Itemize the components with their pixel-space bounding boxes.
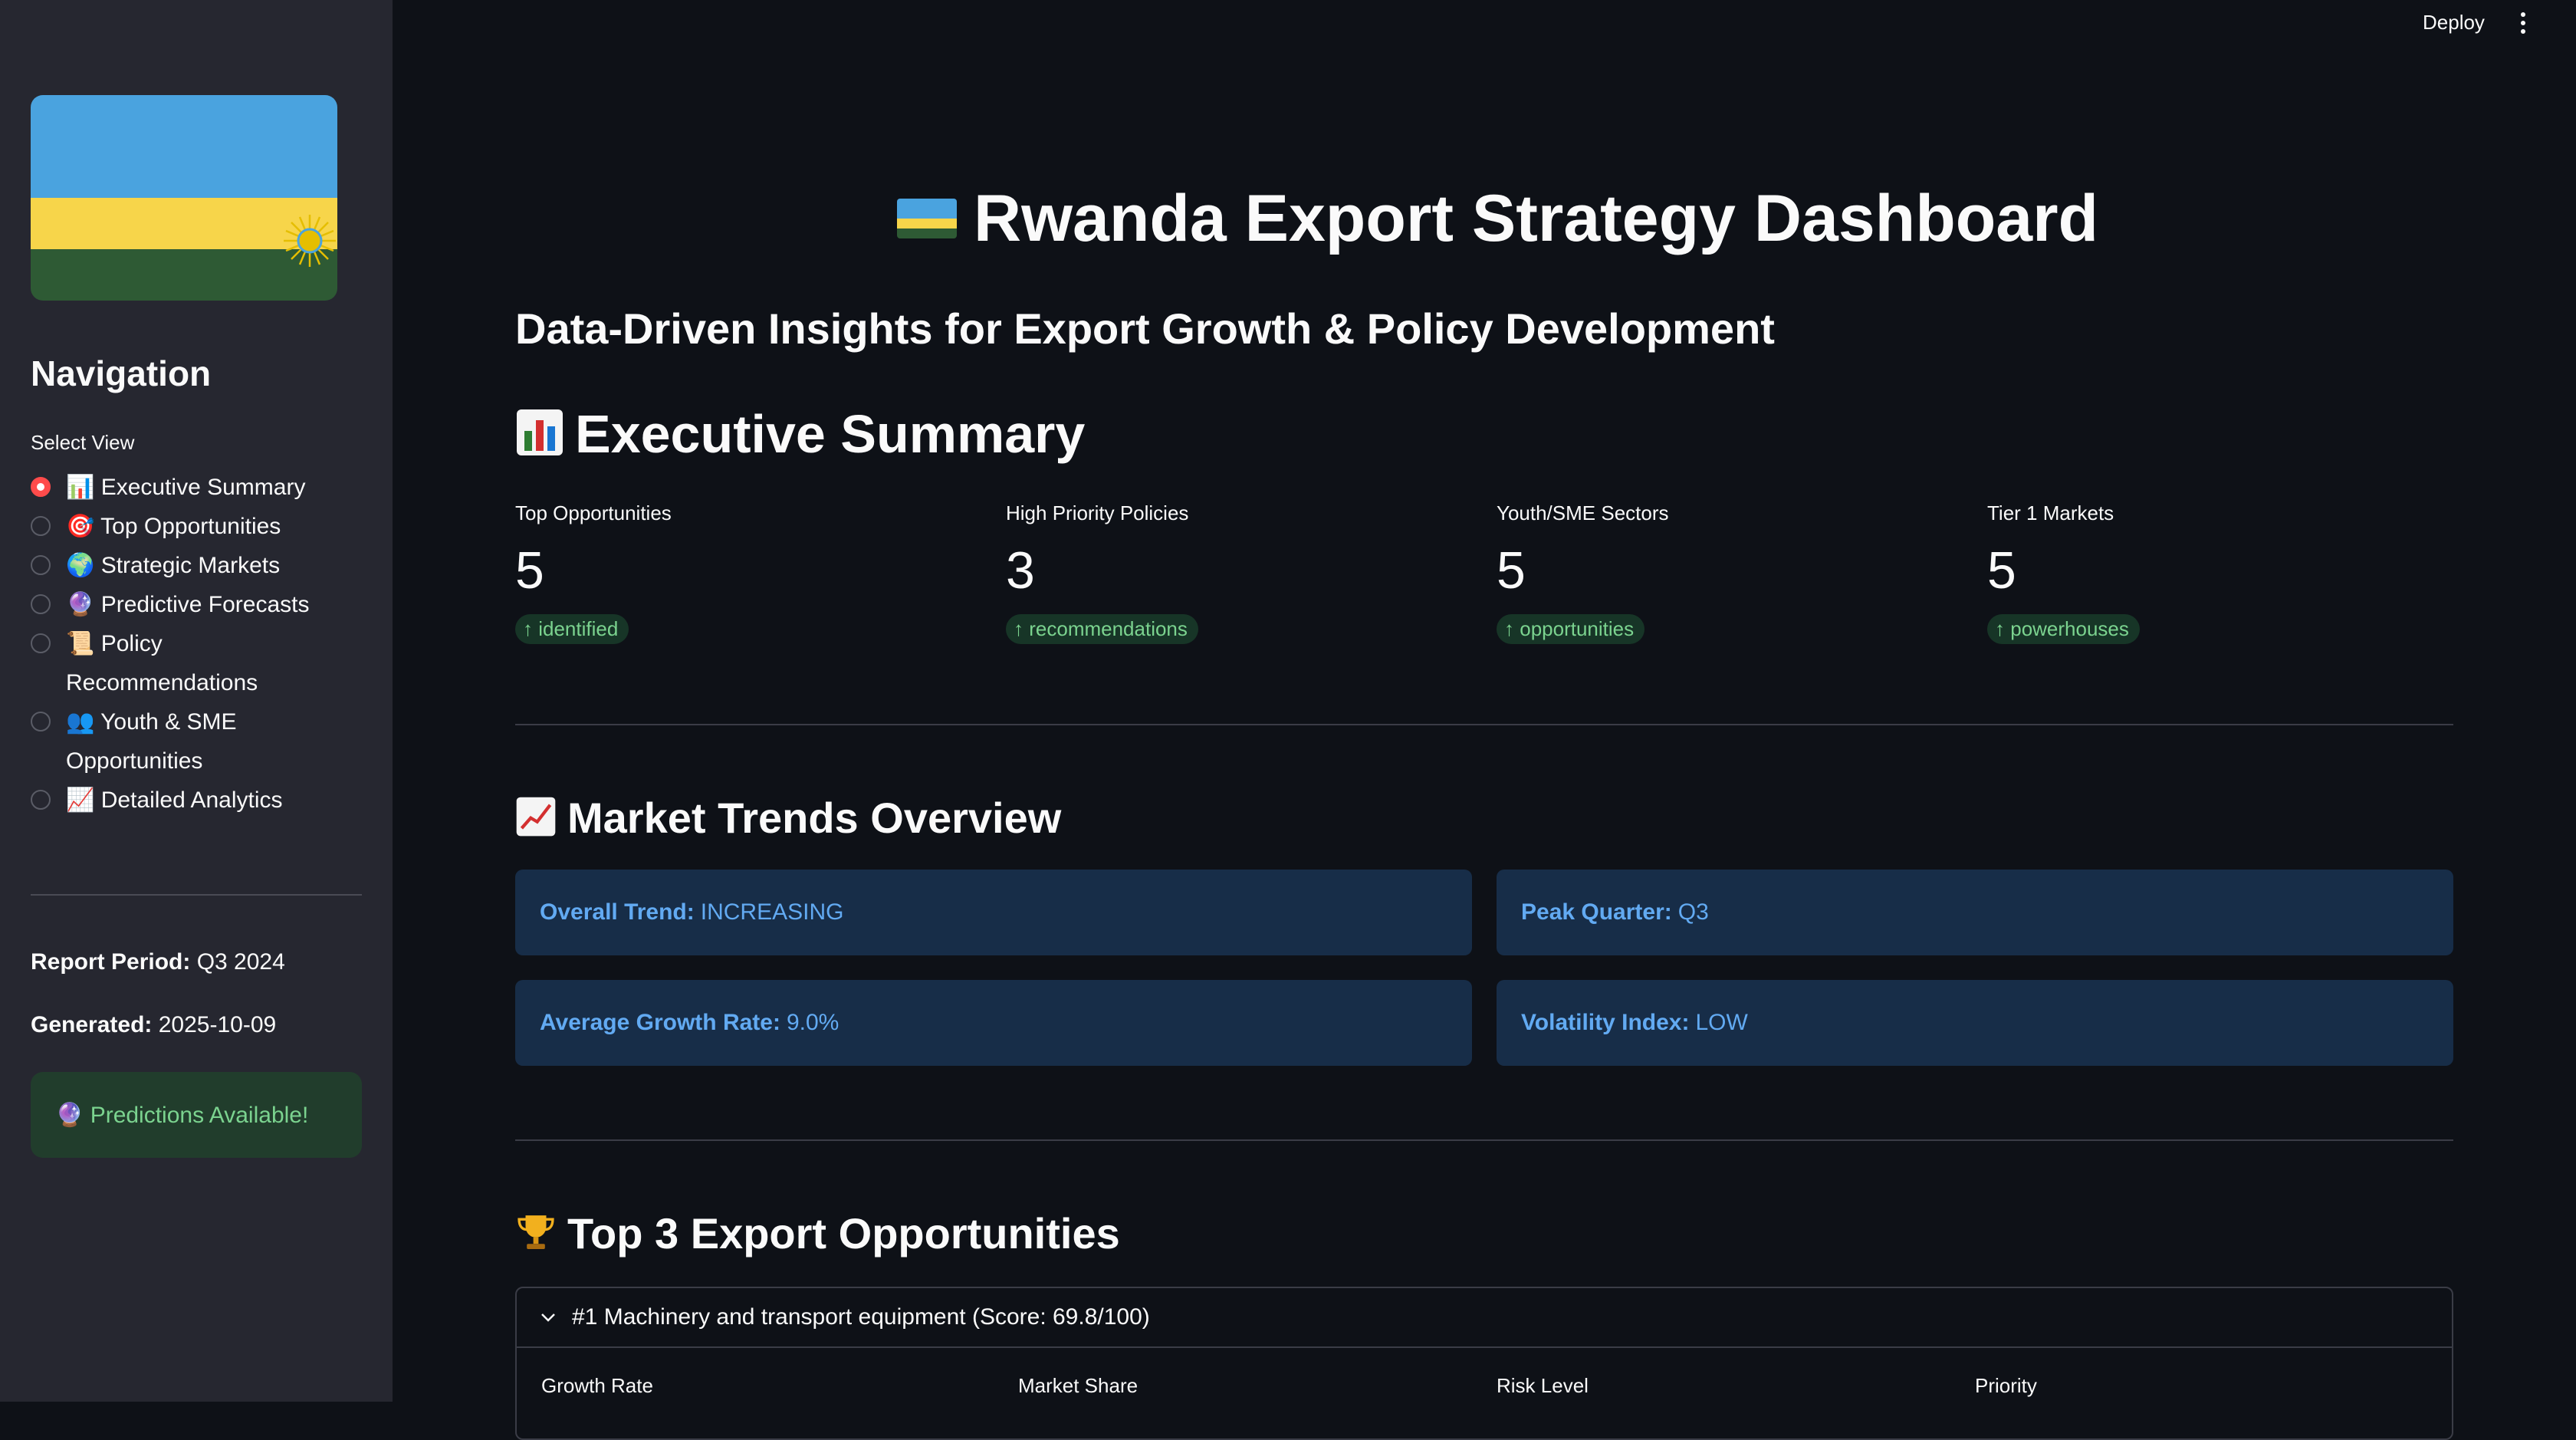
opportunity-expander[interactable]: #1 Machinery and transport equipment (Sc… [515,1287,2453,1440]
trophy-icon [515,1212,557,1263]
nav-item-label: Top Opportunities [100,514,281,539]
metric-youth-sme-sectors: Youth/SME Sectors 5 ↑ opportunities [1497,501,1972,644]
metric-delta: ↑ opportunities [1497,614,1645,644]
report-period-value: Q3 2024 [196,949,285,975]
crystal-ball-icon: 🔮 [66,592,95,617]
metric-delta-text: recommendations [1029,617,1188,640]
nav-item-strategic-markets[interactable]: 🌍 Strategic Markets [31,546,368,585]
metric-high-priority-policies: High Priority Policies 3 ↑ recommendatio… [1006,501,1481,644]
metric-delta: ↑ powerhouses [1987,614,2140,644]
nav-item-predictive-forecasts[interactable]: 🔮 Predictive Forecasts [31,585,368,624]
trend-overall: Overall Trend: INCREASING [515,870,1472,955]
nav-item-policy-recommendations[interactable]: 📜 Policy Recommendations [31,624,368,702]
trending-up-icon [515,796,557,847]
select-view-label: Select View [31,431,135,454]
generated-label: Generated: [31,1012,153,1037]
metric-top-opportunities: Top Opportunities 5 ↑ identified [515,501,991,644]
target-icon: 🎯 [66,514,95,539]
top3-opportunities-title: Top 3 Export Opportunities [567,1209,1120,1258]
metric-delta-text: identified [538,617,619,640]
radio-icon[interactable] [31,594,51,614]
nav-item-label: Policy Recommendations [66,631,258,695]
deploy-button[interactable]: Deploy [2423,11,2485,35]
radio-icon[interactable] [31,790,51,810]
radio-selected-icon[interactable] [31,477,51,497]
metric-delta-text: powerhouses [2010,617,2129,640]
page-title: Rwanda Export Strategy Dashboard [897,181,2098,257]
line-chart-icon: 📈 [66,787,95,813]
executive-summary-heading: Executive Summary [515,403,1085,469]
rwanda-flag-image [31,95,337,301]
scroll-icon: 📜 [66,631,95,656]
radio-icon[interactable] [31,633,51,653]
section-divider [515,724,2453,725]
trend-value: 9.0% [786,1010,840,1035]
column-risk-level: Risk Level [1497,1374,1589,1397]
trend-value: INCREASING [700,899,844,925]
expander-header[interactable]: #1 Machinery and transport equipment (Sc… [517,1288,2452,1348]
metric-label: Tier 1 Markets [1987,501,2114,524]
page-subtitle: Data-Driven Insights for Export Growth &… [515,304,1775,353]
people-icon: 👥 [66,709,95,735]
metric-value: 5 [515,541,544,600]
trend-volatility-index: Volatility Index: LOW [1497,980,2453,1066]
metric-value: 5 [1987,541,2016,600]
trend-peak-quarter: Peak Quarter: Q3 [1497,870,2453,955]
nav-item-label: Executive Summary [100,475,306,500]
globe-icon: 🌍 [66,553,95,578]
metric-label: Top Opportunities [515,501,672,524]
metric-value: 5 [1497,541,1526,600]
radio-icon[interactable] [31,712,51,732]
predictions-available-alert: 🔮 Predictions Available! [31,1072,362,1158]
metric-delta: ↑ recommendations [1006,614,1198,644]
expander-title: #1 Machinery and transport equipment (Sc… [572,1304,1150,1330]
nav-item-label: Strategic Markets [100,553,281,578]
nav-item-youth-sme[interactable]: 👥 Youth & SME Opportunities [31,702,368,781]
navigation-title: Navigation [31,353,212,393]
nav-item-executive-summary[interactable]: 📊 Executive Summary [31,468,368,507]
nav-item-top-opportunities[interactable]: 🎯 Top Opportunities [31,507,368,546]
column-priority: Priority [1975,1374,2037,1397]
column-market-share: Market Share [1018,1374,1138,1397]
metric-value: 3 [1006,541,1035,600]
trend-label: Peak Quarter: [1521,899,1672,925]
trend-average-growth: Average Growth Rate: 9.0% [515,980,1472,1066]
trend-label: Average Growth Rate: [540,1010,780,1035]
nav-item-label: Predictive Forecasts [100,592,310,617]
metric-tier1-markets: Tier 1 Markets 5 ↑ powerhouses [1987,501,2463,644]
generated-date: Generated: 2025-10-09 [31,1012,276,1038]
bar-chart-icon [515,408,564,469]
report-period-label: Report Period: [31,949,191,975]
trend-label: Volatility Index: [1521,1010,1690,1035]
metric-label: High Priority Policies [1006,501,1189,524]
page-title-text: Rwanda Export Strategy Dashboard [974,182,2099,255]
nav-item-label: Detailed Analytics [100,787,283,813]
trend-value: Q3 [1677,899,1709,925]
top3-opportunities-heading: Top 3 Export Opportunities [515,1208,1120,1263]
trend-label: Overall Trend: [540,899,695,925]
radio-icon[interactable] [31,516,51,536]
column-growth-rate: Growth Rate [541,1374,653,1397]
market-trends-heading: Market Trends Overview [515,793,1061,847]
executive-summary-title: Executive Summary [575,404,1086,464]
metric-delta-text: opportunities [1520,617,1635,640]
sun-icon [284,215,336,267]
radio-icon[interactable] [31,555,51,575]
trend-value: LOW [1695,1010,1748,1035]
metric-delta: ↑ identified [515,614,629,644]
bar-chart-icon: 📊 [66,475,95,500]
sidebar-divider [31,894,362,896]
report-period: Report Period: Q3 2024 [31,949,285,975]
chevron-down-icon [541,1313,555,1322]
sidebar: Navigation Select View 📊 Executive Summa… [0,0,393,1402]
generated-value: 2025-10-09 [158,1012,277,1037]
rwanda-flag-icon [897,199,957,239]
more-menu-icon[interactable] [2521,11,2527,35]
nav-item-detailed-analytics[interactable]: 📈 Detailed Analytics [31,781,368,820]
market-trends-title: Market Trends Overview [567,794,1062,842]
metric-label: Youth/SME Sectors [1497,501,1669,524]
section-divider [515,1139,2453,1141]
